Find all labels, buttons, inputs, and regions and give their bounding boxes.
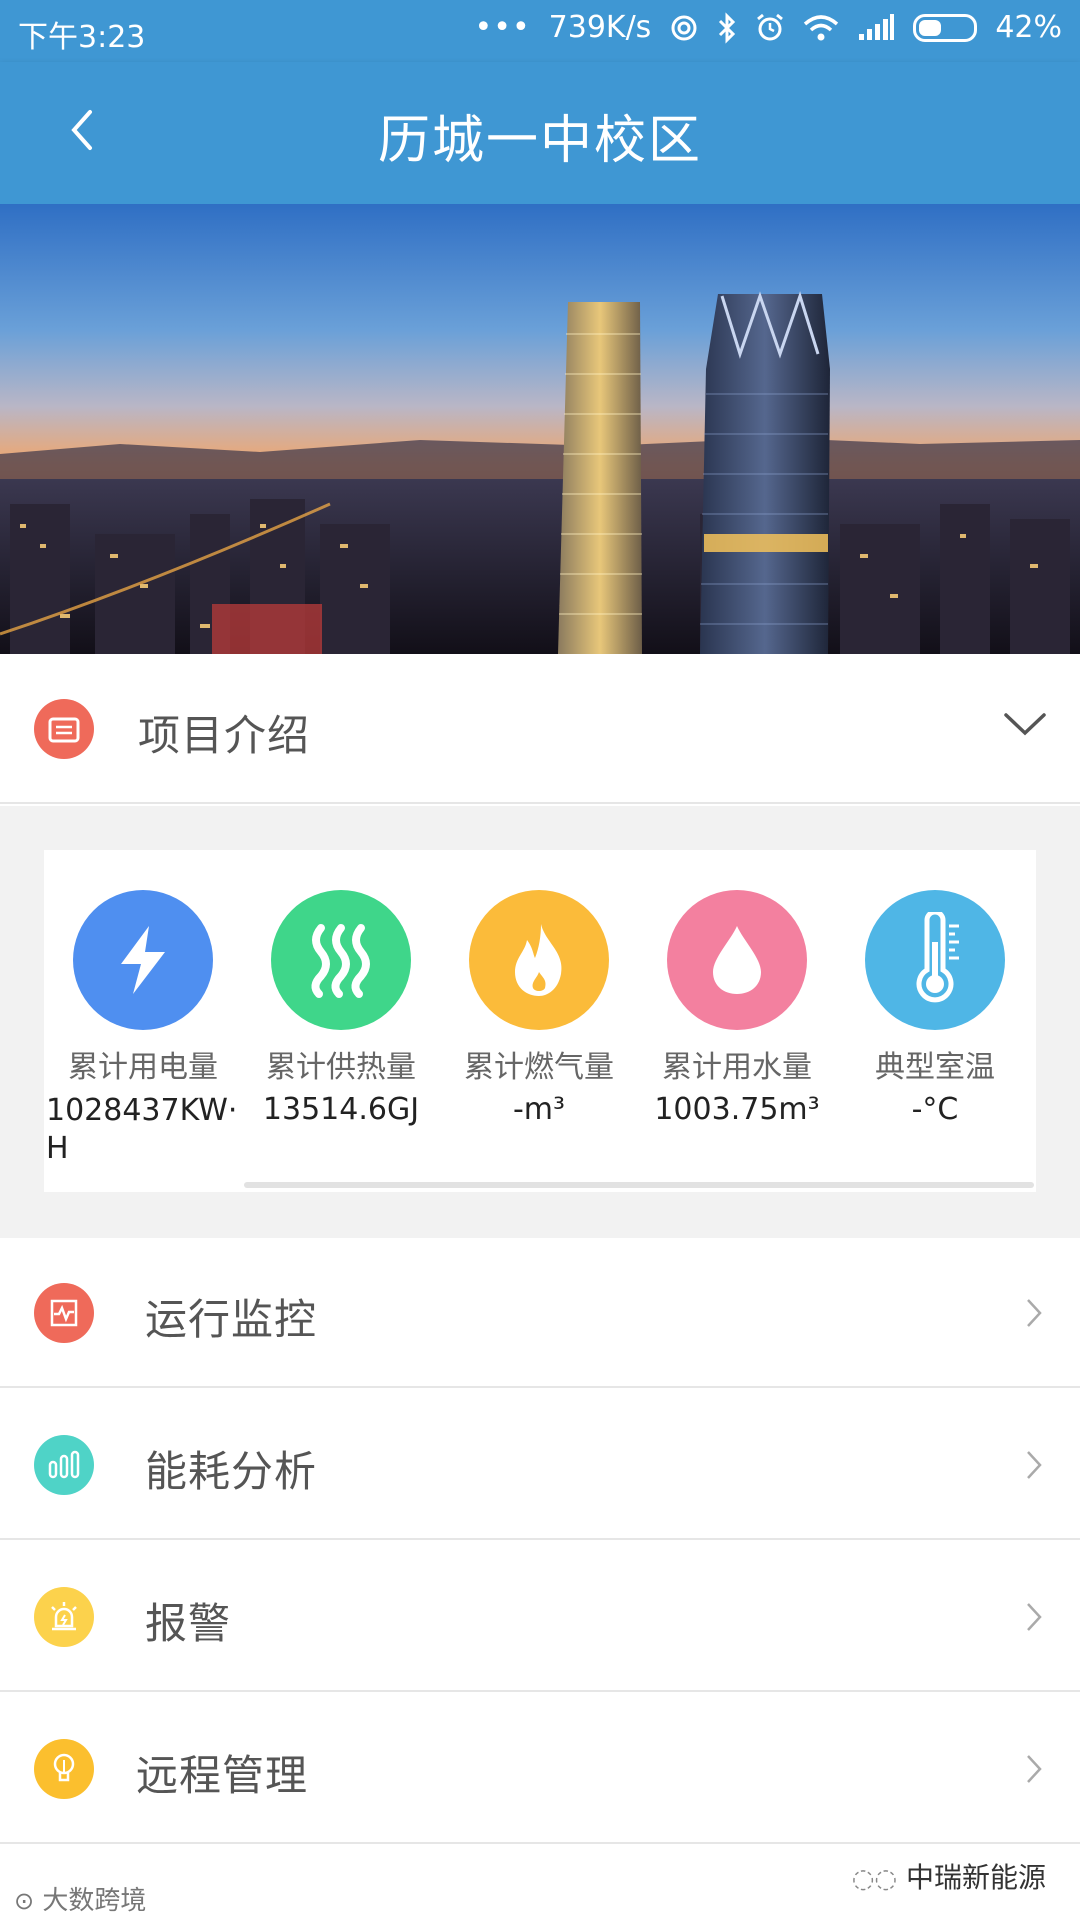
menu-item-energy-analysis[interactable]: 能耗分析 <box>0 1390 1080 1540</box>
menu-item-label: 能耗分析 <box>145 1447 318 1496</box>
chevron-right-icon <box>1024 1600 1044 1638</box>
flame-icon <box>469 890 609 1030</box>
lightning-icon <box>73 890 213 1030</box>
chevron-down-icon[interactable] <box>1002 709 1048 743</box>
alarm-clock-icon <box>755 13 785 43</box>
wechat-logo-icon: ◌◌ <box>851 1864 898 1894</box>
stat-name: 累计燃气量 <box>464 1050 614 1085</box>
stat-name: 累计供热量 <box>266 1050 416 1085</box>
menu-item-monitoring[interactable]: 运行监控 <box>0 1238 1080 1388</box>
stat-gas[interactable]: 累计燃气量 -m³ <box>440 890 638 1127</box>
watermark-left-text: 大数跨境 <box>42 1886 147 1916</box>
watermark-left: ⊙ 大数跨境 <box>14 1880 146 1917</box>
stat-name: 累计用电量 <box>68 1050 218 1085</box>
menu-item-remote-management[interactable]: 远程管理 <box>0 1694 1080 1844</box>
stat-room-temp[interactable]: 典型室温 -°C <box>836 890 1034 1127</box>
wifi-icon <box>803 14 839 42</box>
stat-value: -°C <box>911 1092 959 1127</box>
project-intro-label: 项目介绍 <box>138 711 311 760</box>
stats-section: 累计用电量 1028437KW·H 累计供热量 13514.6GJ 累计燃气量 … <box>0 806 1080 1238</box>
horizontal-scrollbar[interactable] <box>244 1182 1034 1188</box>
menu-item-alarm[interactable]: 报警 <box>0 1542 1080 1692</box>
signal-icon <box>857 13 895 42</box>
stat-water[interactable]: 累计用水量 1003.75m³ <box>638 890 836 1127</box>
heat-waves-icon <box>271 890 411 1030</box>
battery-percent: 42% <box>995 10 1062 45</box>
stat-value: 13514.6GJ <box>262 1092 420 1127</box>
folder-list-icon <box>34 699 94 759</box>
stat-value: 1003.75m³ <box>654 1092 820 1127</box>
watermark-right: ◌◌ 中瑞新能源 <box>852 1856 1046 1896</box>
stat-value: -m³ <box>512 1092 566 1127</box>
menu-item-label: 运行监控 <box>145 1295 318 1344</box>
alarm-light-icon <box>34 1587 94 1647</box>
network-speed: 739K/s <box>548 10 652 45</box>
stat-name: 典型室温 <box>875 1050 995 1085</box>
status-time: 下午3:23 <box>18 20 146 55</box>
stats-scroller[interactable]: 累计用电量 1028437KW·H 累计供热量 13514.6GJ 累计燃气量 … <box>44 850 1036 1192</box>
thermometer-icon <box>865 890 1005 1030</box>
battery-icon <box>913 13 978 42</box>
more-dots-icon: ••• <box>474 10 531 45</box>
bulb-icon <box>34 1739 94 1799</box>
app-bar: 历城一中校区 <box>0 62 1080 204</box>
chevron-right-icon <box>1024 1448 1044 1486</box>
status-bar: 下午3:23 ••• 739K/s 42% <box>0 0 1080 62</box>
menu-item-label: 远程管理 <box>136 1751 309 1800</box>
page-title: 历城一中校区 <box>377 111 702 171</box>
water-drop-icon <box>667 890 807 1030</box>
stat-value: 1028437KW·H <box>46 1093 238 1166</box>
monitor-pulse-icon <box>34 1283 94 1343</box>
stat-heating[interactable]: 累计供热量 13514.6GJ <box>242 890 440 1127</box>
weibo-logo-icon: ⊙ <box>14 1887 35 1915</box>
hero-image <box>0 204 1080 654</box>
hotspot-icon <box>669 13 699 43</box>
menu-item-label: 报警 <box>145 1599 232 1648</box>
bluetooth-icon <box>717 11 737 44</box>
chevron-right-icon <box>1024 1296 1044 1334</box>
watermark-right-text: 中瑞新能源 <box>905 1861 1046 1894</box>
bar-chart-icon <box>34 1435 94 1495</box>
project-intro-row[interactable]: 项目介绍 <box>0 654 1080 804</box>
stat-name: 累计用水量 <box>662 1050 812 1085</box>
stat-electricity[interactable]: 累计用电量 1028437KW·H <box>44 890 242 1168</box>
chevron-right-icon <box>1024 1752 1044 1790</box>
